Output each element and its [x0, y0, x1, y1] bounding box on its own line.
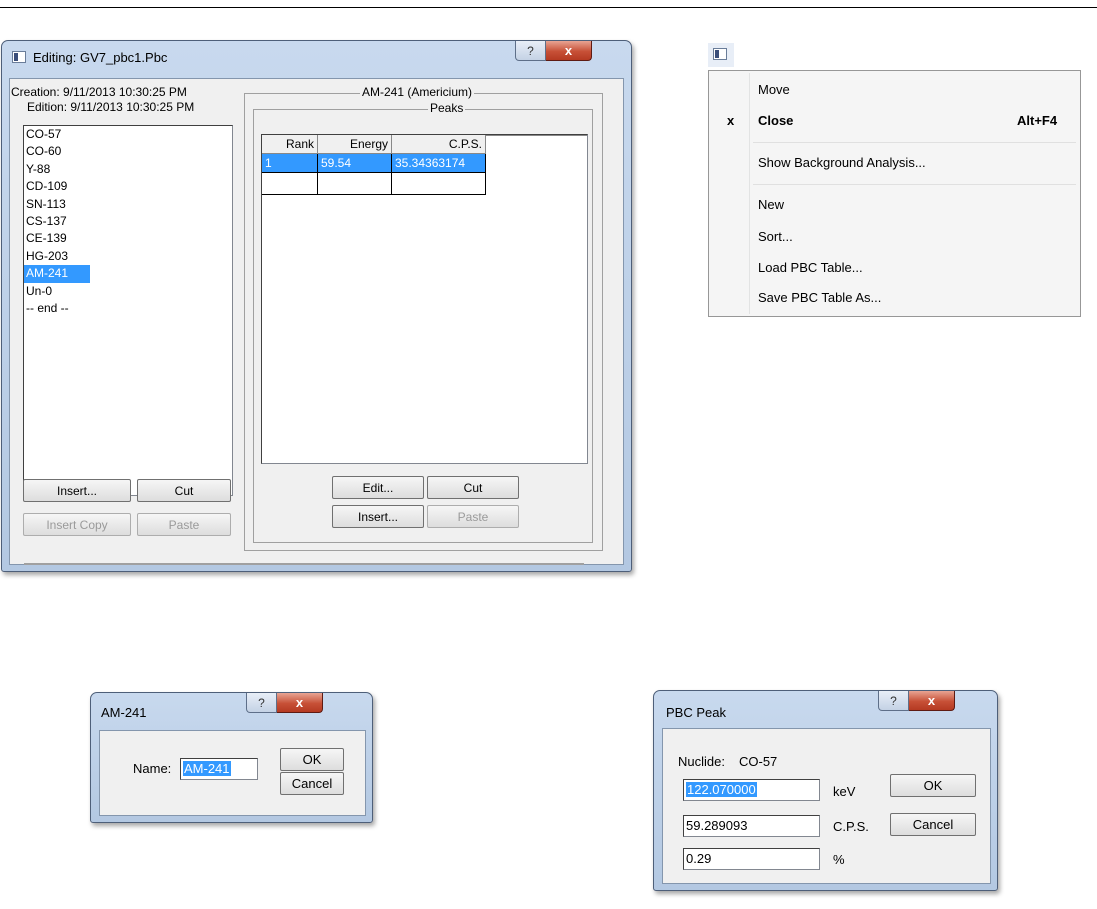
table-row-cell-rank[interactable]: 1	[262, 154, 318, 173]
column-header-filler	[486, 135, 587, 136]
peak-dialog-client: Nuclide: CO-57 122.070000 keV 59.289093 …	[662, 728, 991, 884]
nuclide-label: Nuclide:	[678, 754, 725, 769]
cut-peak-button[interactable]: Cut	[427, 476, 519, 499]
cps-unit: C.P.S.	[833, 819, 869, 834]
menu-gutter	[749, 73, 750, 314]
menu-item-new[interactable]: New	[758, 194, 784, 216]
cancel-button[interactable]: Cancel	[280, 772, 344, 795]
close-icon: x	[564, 43, 573, 58]
system-context-menu: Move x Close Alt+F4 Show Background Anal…	[708, 70, 1081, 317]
close-icon: x	[295, 695, 304, 710]
percent-unit: %	[833, 852, 845, 867]
list-item[interactable]: Y-88	[24, 161, 232, 178]
name-input-value: AM-241	[183, 761, 231, 776]
name-input[interactable]: AM-241	[180, 758, 258, 780]
nuclide-group-title: AM-241 (Americium)	[360, 85, 475, 99]
menu-item-move[interactable]: Move	[758, 79, 790, 101]
close-button[interactable]: x	[909, 691, 955, 711]
peak-dialog-titlebar[interactable]: PBC Peak ? x	[654, 691, 997, 721]
menu-item-show-background[interactable]: Show Background Analysis...	[758, 152, 926, 174]
name-dialog-title: AM-241	[101, 705, 147, 720]
menu-separator	[753, 184, 1076, 185]
page-top-rule	[0, 7, 1097, 8]
column-header-rank[interactable]: Rank	[262, 135, 318, 154]
list-item[interactable]: CE-139	[24, 230, 232, 247]
empty-row-cell[interactable]	[392, 173, 486, 195]
cancel-button[interactable]: Cancel	[890, 813, 976, 836]
empty-row-cell[interactable]	[318, 173, 392, 195]
name-dialog-titlebar[interactable]: AM-241 ? x	[91, 693, 372, 723]
list-item[interactable]: CD-109	[24, 178, 232, 195]
insert-nuclide-button[interactable]: Insert...	[23, 479, 131, 502]
pbc-editor-window: Editing: GV7_pbc1.Pbc ? x Creation: 9/11…	[1, 40, 632, 572]
peaks-grid[interactable]: Rank Energy C.P.S. 1 59.54 35.34363174	[261, 134, 588, 464]
list-item[interactable]: AM-241	[24, 265, 90, 283]
nuclide-listbox[interactable]: CO-57 CO-60 Y-88 CD-109 SN-113 CS-137 CE-139 HG…	[23, 125, 233, 496]
menu-item-close[interactable]: Close	[758, 110, 793, 132]
help-button[interactable]: ?	[515, 41, 546, 61]
edit-peak-button[interactable]: Edit...	[332, 476, 424, 499]
paste-nuclide-button[interactable]: Paste	[137, 513, 231, 536]
menu-item-close-shortcut: Alt+F4	[1017, 113, 1058, 128]
app-icon[interactable]	[713, 48, 727, 60]
ok-button[interactable]: OK	[890, 774, 976, 797]
pbc-peak-dialog: PBC Peak ? x Nuclide: CO-57 122.070000 k…	[653, 690, 998, 891]
table-row-cell-energy[interactable]: 59.54	[318, 154, 392, 173]
app-icon[interactable]	[12, 51, 26, 63]
menu-item-load[interactable]: Load PBC Table...	[758, 257, 863, 279]
menu-separator	[753, 142, 1076, 143]
editor-title: Editing: GV7_pbc1.Pbc	[33, 50, 168, 65]
list-item[interactable]: -- end --	[24, 300, 232, 317]
list-item[interactable]: Un-0	[24, 283, 232, 300]
help-button[interactable]: ?	[878, 691, 909, 711]
energy-input-value: 122.070000	[686, 782, 757, 797]
help-button[interactable]: ?	[246, 693, 277, 713]
energy-unit: keV	[833, 784, 856, 799]
editor-client-area: Creation: 9/11/2013 10:30:25 PM Edition:…	[9, 78, 624, 565]
cps-input[interactable]: 59.289093	[683, 815, 820, 837]
empty-row-cell[interactable]	[262, 173, 318, 195]
percent-input[interactable]: 0.29	[683, 848, 820, 870]
menu-item-save[interactable]: Save PBC Table As...	[758, 287, 881, 309]
column-header-energy[interactable]: Energy	[318, 135, 392, 154]
list-item[interactable]: HG-203	[24, 248, 232, 265]
status-bar	[24, 563, 584, 565]
name-label: Name:	[133, 761, 172, 776]
nuclide-value: CO-57	[739, 754, 778, 769]
edition-date: Edition: 9/11/2013 10:30:25 PM	[27, 100, 195, 114]
list-item[interactable]: CO-57	[24, 126, 232, 143]
editor-titlebar[interactable]: Editing: GV7_pbc1.Pbc ? x	[2, 41, 631, 71]
paste-peak-button[interactable]: Paste	[427, 505, 519, 528]
table-row-cell-cps[interactable]: 35.34363174	[392, 154, 486, 173]
creation-date: Creation: 9/11/2013 10:30:25 PM	[11, 85, 187, 99]
name-dialog-client: Name: AM-241 OK Cancel	[99, 730, 366, 816]
energy-input[interactable]: 122.070000	[683, 779, 820, 801]
list-item[interactable]: CS-137	[24, 213, 232, 230]
menu-app-icon-box	[708, 43, 734, 67]
close-menu-icon: x	[727, 113, 735, 128]
peak-dialog-title: PBC Peak	[666, 705, 726, 720]
list-item[interactable]: SN-113	[24, 196, 232, 213]
close-button[interactable]: x	[277, 693, 323, 713]
ok-button[interactable]: OK	[280, 748, 344, 771]
column-header-cps[interactable]: C.P.S.	[392, 135, 486, 154]
name-dialog: AM-241 ? x Name: AM-241 OK Cancel	[90, 692, 373, 823]
close-icon: x	[927, 693, 936, 708]
cut-nuclide-button[interactable]: Cut	[137, 479, 231, 502]
close-button[interactable]: x	[546, 41, 592, 61]
insert-peak-button[interactable]: Insert...	[332, 505, 424, 528]
peaks-group-title: Peaks	[428, 101, 466, 115]
insert-copy-button[interactable]: Insert Copy	[23, 513, 131, 536]
list-item[interactable]: CO-60	[24, 143, 232, 160]
menu-item-sort[interactable]: Sort...	[758, 226, 793, 248]
